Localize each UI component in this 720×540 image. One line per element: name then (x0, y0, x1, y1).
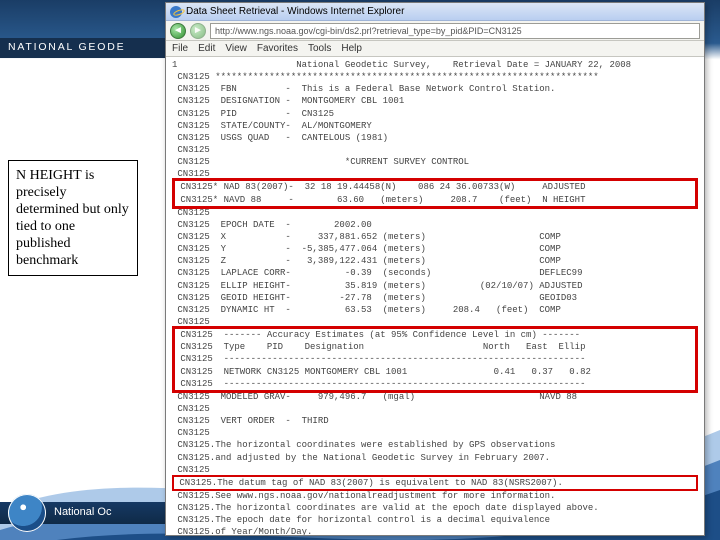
address-toolbar: ◄ ► http://www.ngs.noaa.gov/cgi-bin/ds2.… (166, 21, 704, 41)
menu-help[interactable]: Help (341, 43, 362, 54)
line-blank1: CN3125 (172, 144, 698, 156)
line-y: CN3125 Y - -5,385,477.064 (meters) COMP (172, 243, 698, 255)
line-stars: CN3125 *********************************… (172, 71, 698, 83)
line-blank6: CN3125 (172, 427, 698, 439)
noaa-logo-icon (8, 494, 46, 532)
line-see: CN3125.See www.ngs.noaa.gov/nationalread… (172, 490, 698, 502)
callout-nheight: N HEIGHT is precisely determined but onl… (8, 160, 138, 276)
window-title: Data Sheet Retrieval - Windows Internet … (186, 6, 404, 17)
line-current: CN3125 *CURRENT SURVEY CONTROL (172, 156, 698, 168)
line-blank5: CN3125 (172, 403, 698, 415)
line-x: CN3125 X - 337,881.652 (meters) COMP (172, 231, 698, 243)
line-designation: CN3125 DESIGNATION - MONTGOMERY CBL 1001 (172, 95, 698, 107)
line-horiz2: CN3125.and adjusted by the National Geod… (172, 452, 698, 464)
line-laplace: CN3125 LAPLACE CORR- -0.39 (seconds) DEF… (172, 267, 698, 279)
menu-view[interactable]: View (225, 43, 247, 54)
address-input[interactable]: http://www.ngs.noaa.gov/cgi-bin/ds2.prl?… (210, 23, 700, 39)
menu-edit[interactable]: Edit (198, 43, 215, 54)
line-acc1: CN3125 ------- Accuracy Estimates (at 95… (175, 329, 695, 341)
line-year: CN3125.of Year/Month/Day. (172, 526, 698, 535)
window-titlebar[interactable]: Data Sheet Retrieval - Windows Internet … (166, 3, 704, 21)
line-horiz1: CN3125.The horizontal coordinates were e… (172, 439, 698, 451)
line-acc5: CN3125 ---------------------------------… (175, 378, 695, 390)
line-datum: CN3125.The datum tag of NAD 83(2007) is … (174, 477, 696, 489)
back-button[interactable]: ◄ (170, 23, 186, 39)
browser-window: Data Sheet Retrieval - Windows Internet … (165, 2, 705, 536)
line-acc3: CN3125 ---------------------------------… (175, 353, 695, 365)
menu-bar: File Edit View Favorites Tools Help (166, 41, 704, 57)
line-state: CN3125 STATE/COUNTY- AL/MONTGOMERY (172, 120, 698, 132)
line-z: CN3125 Z - 3,389,122.431 (meters) COMP (172, 255, 698, 267)
forward-button[interactable]: ► (190, 23, 206, 39)
line-geoid: CN3125 GEOID HEIGHT- -27.78 (meters) GEO… (172, 292, 698, 304)
line-blank3: CN3125 (172, 207, 698, 219)
line-valid: CN3125.The horizontal coordinates are va… (172, 502, 698, 514)
highlight-box-accuracy: CN3125 ------- Accuracy Estimates (at 95… (172, 326, 698, 393)
address-url-text: http://www.ngs.noaa.gov/cgi-bin/ds2.prl?… (215, 26, 522, 36)
line-nad83: CN3125* NAD 83(2007)- 32 18 19.44458(N) … (175, 181, 695, 193)
line-acc2: CN3125 Type PID Designation North East E… (175, 341, 695, 353)
line-acc4: CN3125 NETWORK CN3125 MONTGOMERY CBL 100… (175, 366, 695, 378)
line-quad: CN3125 USGS QUAD - CANTELOUS (1981) (172, 132, 698, 144)
line-vert: CN3125 VERT ORDER - THIRD (172, 415, 698, 427)
highlight-box-datum: CN3125.The datum tag of NAD 83(2007) is … (172, 475, 698, 491)
line-header: 1 National Geodetic Survey, Retrieval Da… (172, 59, 698, 71)
line-dynht: CN3125 DYNAMIC HT - 63.53 (meters) 208.4… (172, 304, 698, 316)
line-epoch: CN3125 EPOCH DATE - 2002.00 (172, 219, 698, 231)
line-epochline: CN3125.The epoch date for horizontal con… (172, 514, 698, 526)
line-navd88: CN3125* NAVD 88 - 63.60 (meters) 208.7 (… (175, 194, 695, 206)
banner-national-geodetic: NATIONAL GEODE (0, 38, 180, 58)
menu-tools[interactable]: Tools (308, 43, 331, 54)
menu-file[interactable]: File (172, 43, 188, 54)
line-pid: CN3125 PID - CN3125 (172, 108, 698, 120)
highlight-box-navd88: CN3125* NAD 83(2007)- 32 18 19.44458(N) … (172, 178, 698, 208)
menu-favorites[interactable]: Favorites (257, 43, 298, 54)
line-ellip: CN3125 ELLIP HEIGHT- 35.819 (meters) (02… (172, 280, 698, 292)
ie-logo-icon (170, 6, 182, 18)
line-fbn: CN3125 FBN - This is a Federal Base Netw… (172, 83, 698, 95)
line-grav: CN3125 MODELED GRAV- 979,496.7 (mgal) NA… (172, 391, 698, 403)
datasheet-content: 1 National Geodetic Survey, Retrieval Da… (166, 57, 704, 535)
